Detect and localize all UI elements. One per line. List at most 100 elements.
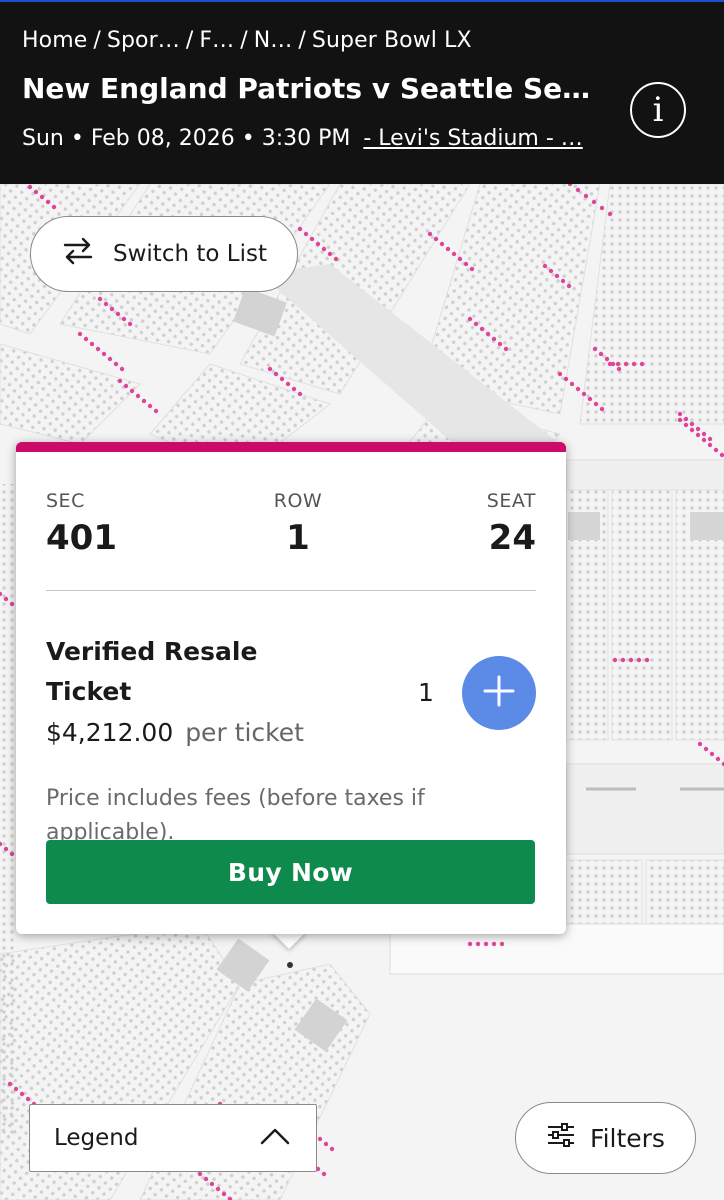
available-seat-dot[interactable] (119, 366, 125, 372)
available-seat-dot[interactable] (713, 447, 719, 453)
available-seat-dot[interactable] (77, 331, 83, 337)
available-seat-dot[interactable] (695, 432, 701, 438)
available-seat-dot[interactable] (267, 366, 273, 372)
available-seat-dot[interactable] (467, 316, 473, 322)
available-seat-dot[interactable] (13, 1086, 19, 1092)
available-seat-dot[interactable] (616, 366, 622, 372)
available-seat-dot[interactable] (703, 746, 709, 752)
available-seat-dot[interactable] (117, 378, 123, 384)
available-seat-dot[interactable] (333, 256, 339, 262)
available-seat-dot[interactable] (593, 401, 599, 407)
available-seat-dot[interactable] (542, 263, 548, 269)
available-seat-dot[interactable] (3, 596, 9, 602)
available-seat-dot[interactable] (451, 251, 457, 257)
add-ticket-button[interactable] (462, 656, 536, 730)
available-seat-dot[interactable] (497, 341, 503, 347)
available-seat-dot[interactable] (327, 251, 333, 257)
available-seat-dot[interactable] (598, 351, 604, 357)
available-seat-dot[interactable] (612, 657, 618, 663)
available-seat-dot[interactable] (689, 421, 695, 427)
available-seat-dot[interactable] (27, 184, 33, 190)
available-seat-dot[interactable] (197, 1171, 203, 1177)
available-seat-dot[interactable] (604, 356, 610, 362)
available-seat-dot[interactable] (329, 1146, 335, 1152)
available-seat-dot[interactable] (141, 398, 147, 404)
available-seat-dot[interactable] (467, 941, 473, 947)
available-seat-dot[interactable] (129, 388, 135, 394)
available-seat-dot[interactable] (89, 341, 95, 347)
available-seat-dot[interactable] (599, 205, 605, 211)
available-seat-dot[interactable] (97, 296, 103, 302)
available-seat-dot[interactable] (607, 211, 613, 217)
available-seat-dot[interactable] (221, 1191, 227, 1197)
available-seat-dot[interactable] (554, 273, 560, 279)
available-seat-dot[interactable] (707, 442, 713, 448)
available-seat-dot[interactable] (715, 756, 721, 762)
legend-toggle[interactable]: Legend (29, 1104, 317, 1172)
available-seat-dot[interactable] (677, 411, 683, 417)
available-seat-dot[interactable] (463, 261, 469, 267)
available-seat-dot[interactable] (548, 268, 554, 274)
available-seat-dot[interactable] (127, 321, 133, 327)
available-seat-dot[interactable] (427, 231, 433, 237)
available-seat-dot[interactable] (566, 283, 572, 289)
available-seat-dot[interactable] (701, 431, 707, 437)
available-seat-dot[interactable] (3, 846, 9, 852)
available-seat-dot[interactable] (203, 1176, 209, 1182)
available-seat-dot[interactable] (321, 246, 327, 252)
available-seat-dot[interactable] (279, 376, 285, 382)
available-seat-dot[interactable] (209, 1181, 215, 1187)
available-seat-dot[interactable] (636, 657, 642, 663)
available-seat-dot[interactable] (83, 336, 89, 342)
available-seat-dot[interactable] (583, 193, 589, 199)
available-seat-dot[interactable] (644, 657, 650, 663)
available-seat-dot[interactable] (123, 383, 129, 389)
selected-seat-marker[interactable] (287, 962, 293, 968)
available-seat-dot[interactable] (623, 361, 629, 367)
available-seat-dot[interactable] (479, 326, 485, 332)
available-seat-dot[interactable] (599, 406, 605, 412)
available-seat-dot[interactable] (321, 1171, 327, 1177)
filters-button[interactable]: Filters (515, 1102, 696, 1174)
available-seat-dot[interactable] (615, 361, 621, 367)
available-seat-dot[interactable] (607, 361, 613, 367)
available-seat-dot[interactable] (25, 1096, 31, 1102)
available-seat-dot[interactable] (560, 278, 566, 284)
available-seat-dot[interactable] (587, 396, 593, 402)
available-seat-dot[interactable] (9, 851, 15, 857)
available-seat-dot[interactable] (297, 226, 303, 232)
available-seat-dot[interactable] (51, 204, 57, 210)
available-seat-dot[interactable] (273, 371, 279, 377)
available-seat-dot[interactable] (569, 381, 575, 387)
available-seat-dot[interactable] (39, 194, 45, 200)
available-seat-dot[interactable] (315, 241, 321, 247)
available-seat-dot[interactable] (631, 361, 637, 367)
available-seat-dot[interactable] (707, 436, 713, 442)
available-seat-dot[interactable] (153, 408, 159, 414)
available-seat-dot[interactable] (499, 941, 505, 947)
available-seat-dot[interactable] (581, 391, 587, 397)
available-seat-dot[interactable] (473, 321, 479, 327)
available-seat-dot[interactable] (591, 199, 597, 205)
available-seat-dot[interactable] (317, 1136, 323, 1142)
available-seat-dot[interactable] (433, 236, 439, 242)
available-seat-dot[interactable] (107, 356, 113, 362)
available-seat-dot[interactable] (33, 189, 39, 195)
available-seat-dot[interactable] (592, 346, 598, 352)
available-seat-dot[interactable] (297, 391, 303, 397)
available-seat-dot[interactable] (457, 256, 463, 262)
available-seat-dot[interactable] (109, 306, 115, 312)
available-seat-dot[interactable] (483, 941, 489, 947)
available-seat-dot[interactable] (285, 381, 291, 387)
available-seat-dot[interactable] (575, 386, 581, 392)
available-seat-dot[interactable] (7, 1081, 13, 1087)
available-seat-dot[interactable] (309, 236, 315, 242)
available-seat-dot[interactable] (689, 427, 695, 433)
available-seat-dot[interactable] (215, 1186, 221, 1192)
available-seat-dot[interactable] (475, 941, 481, 947)
venue-link[interactable]: - Levi's Stadium - … (363, 126, 582, 151)
available-seat-dot[interactable] (103, 301, 109, 307)
available-seat-dot[interactable] (9, 601, 15, 607)
available-seat-dot[interactable] (683, 416, 689, 422)
available-seat-dot[interactable] (121, 316, 127, 322)
